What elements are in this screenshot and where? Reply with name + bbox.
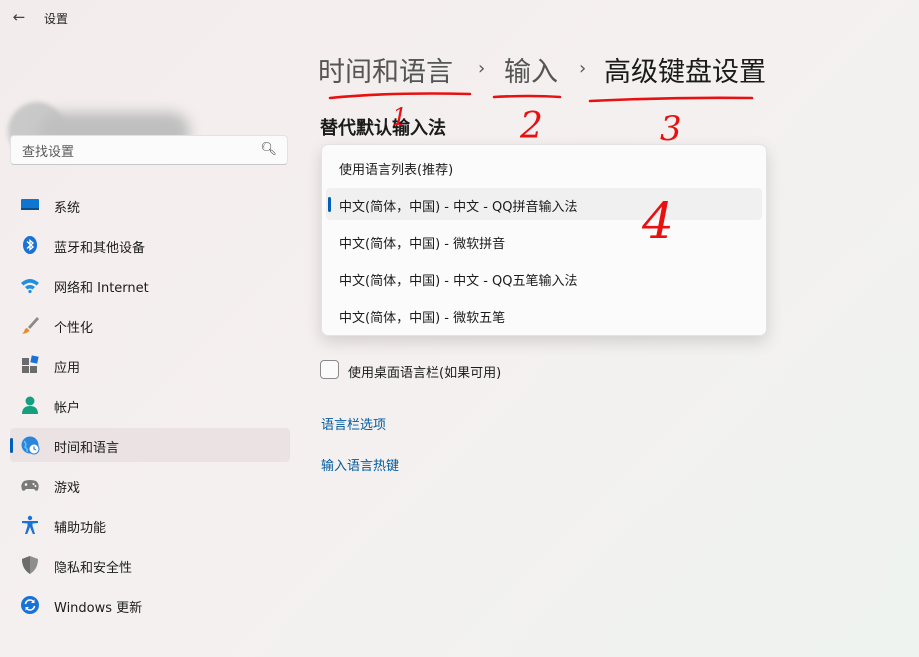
sidebar-item-accounts[interactable]: 帐户 [10,388,290,422]
account-icon [22,396,38,414]
chevron-right-icon: › [478,58,486,79]
sidebar-item-label: 系统 [54,201,81,216]
apps-icon [22,355,39,373]
sidebar-item-label: 帐户 [54,401,81,416]
sidebar-item-windows-update[interactable]: Windows 更新 [10,588,290,622]
back-arrow-icon[interactable]: ← [8,6,30,28]
user-profile[interactable] [0,50,195,160]
sidebar-nav: 系统 蓝牙和其他设备 网络和 Internet 个性化 应用 帐户 时间和语言 … [10,188,290,628]
brush-icon [22,317,39,334]
accessibility-icon [22,515,38,534]
sidebar-item-time-language[interactable]: 时间和语言 [10,428,290,462]
sidebar-item-apps[interactable]: 应用 [10,348,290,382]
underline-annotation-3 [588,96,754,103]
underline-annotation-1 [328,92,472,100]
breadcrumb-input[interactable]: 输入 [504,50,558,89]
sidebar-item-privacy[interactable]: 隐私和安全性 [10,548,290,582]
sidebar-item-label: 应用 [54,361,81,376]
dropdown-option[interactable]: 中文(简体，中国) - 微软五笔 [326,299,762,331]
update-icon [21,596,39,614]
checkbox-label[interactable]: 使用桌面语言栏(如果可用) [348,362,501,381]
sidebar-item-label: 个性化 [54,321,94,336]
sidebar-item-label: 蓝牙和其他设备 [54,241,146,256]
sidebar-item-label: Windows 更新 [54,601,143,616]
bluetooth-icon [23,236,37,254]
dropdown-option[interactable]: 使用语言列表(推荐) [326,151,762,183]
breadcrumb-time-language[interactable]: 时间和语言 [318,50,453,89]
search-box[interactable]: 🔍︎ [10,135,288,165]
title-bar: ← 设置 [0,0,919,36]
search-input[interactable] [20,142,254,162]
sidebar-item-label: 游戏 [54,481,81,496]
system-icon [21,199,39,210]
annotation-number-3: 3 [660,109,682,149]
shield-icon [22,556,38,574]
annotation-number-2: 2 [519,106,543,147]
app-title: 设置 [44,12,69,26]
sidebar-item-accessibility[interactable]: 辅助功能 [10,508,290,542]
sidebar-item-bluetooth[interactable]: 蓝牙和其他设备 [10,228,290,262]
breadcrumb-advanced-keyboard: 高级键盘设置 [604,57,766,88]
sidebar-item-network[interactable]: 网络和 Internet [10,268,290,302]
sidebar-item-personalization[interactable]: 个性化 [10,308,290,342]
input-method-dropdown-list[interactable]: 使用语言列表(推荐) 中文(简体，中国) - 中文 - QQ拼音输入法 中文(简… [321,144,767,336]
dropdown-option[interactable]: 中文(简体，中国) - 微软拼音 [326,225,762,257]
chevron-right-icon: › [579,58,587,79]
sidebar-item-label: 隐私和安全性 [54,561,133,576]
dropdown-option-selected[interactable]: 中文(简体，中国) - 中文 - QQ拼音输入法 [326,188,762,220]
search-icon[interactable]: 🔍︎ [260,142,277,157]
input-language-hotkeys-link[interactable]: 输入语言热键 [321,455,399,474]
sidebar-item-system[interactable]: 系统 [10,188,290,222]
language-bar-options-link[interactable]: 语言栏选项 [321,414,386,433]
section-title: 替代默认输入法 [320,118,446,139]
sidebar-item-label: 网络和 Internet [54,281,149,296]
wifi-icon [21,279,39,294]
desktop-language-bar-checkbox[interactable] [320,360,339,379]
sidebar-item-label: 辅助功能 [54,521,107,536]
sidebar-item-gaming[interactable]: 游戏 [10,468,290,502]
sidebar-item-label: 时间和语言 [54,441,120,456]
globe-clock-icon [21,436,40,455]
underline-annotation-2 [492,94,562,99]
gamepad-icon [21,480,39,491]
dropdown-option[interactable]: 中文(简体，中国) - 中文 - QQ五笔输入法 [326,262,762,294]
